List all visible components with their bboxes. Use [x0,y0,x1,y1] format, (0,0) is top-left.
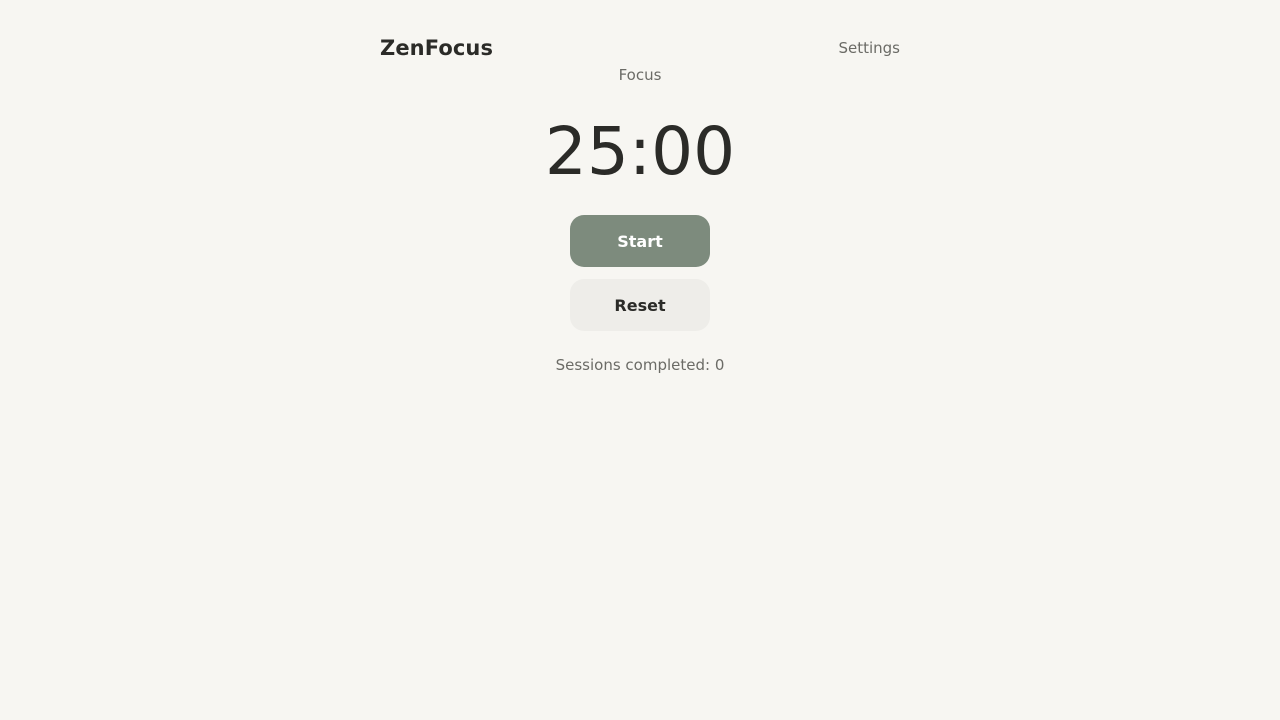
reset-button[interactable]: Reset [570,279,710,331]
sessions-completed-text: Sessions completed: 0 [555,356,725,374]
app-root: ZenFocus Settings Focus 25:00 Start Rese… [0,0,1280,720]
app-title: ZenFocus [380,36,494,60]
timer-display: 25:00 [544,113,736,190]
timer-mode-label: Focus [618,66,662,84]
header: ZenFocus Settings [380,30,900,66]
start-button[interactable]: Start [570,215,710,267]
settings-link[interactable]: Settings [838,38,900,58]
